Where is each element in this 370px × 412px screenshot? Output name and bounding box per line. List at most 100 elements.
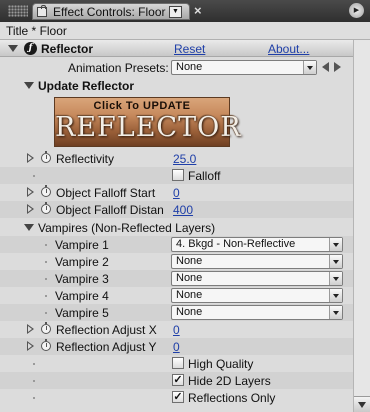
update-button-title: REFLECTOR <box>55 112 242 143</box>
reflection-adjust-y-value[interactable]: 0 <box>173 340 180 354</box>
previous-preset-icon[interactable] <box>322 62 329 72</box>
reflectivity-value[interactable]: 25.0 <box>173 152 196 166</box>
reflection-adjust-y-row: Reflection Adjust Y 0 <box>0 338 353 355</box>
row-bullet <box>45 244 47 246</box>
row-bullet <box>45 278 47 280</box>
next-preset-icon[interactable] <box>334 62 341 72</box>
vampires-group-label: Vampires (Non-Reflected Layers) <box>38 221 216 235</box>
vampire-row: Vampire 2 None <box>0 253 353 270</box>
animation-presets-select[interactable]: None <box>171 60 317 75</box>
tab-effect-controls[interactable]: Effect Controls: Floor ▼ <box>32 3 190 20</box>
row-bullet <box>33 380 35 382</box>
reflections-only-label: Reflections Only <box>188 391 276 405</box>
stopwatch-icon[interactable] <box>41 202 51 214</box>
chevron-down-icon <box>329 272 342 285</box>
stopwatch-icon[interactable] <box>41 339 51 351</box>
reflection-adjust-x-row: Reflection Adjust X 0 <box>0 321 353 338</box>
stopwatch-icon[interactable] <box>41 185 51 197</box>
vampire-row: Vampire 3 None <box>0 270 353 287</box>
falloff-checkbox[interactable] <box>172 169 184 181</box>
comp-title: Title * Floor <box>6 24 67 38</box>
vampires-group-row[interactable]: Vampires (Non-Reflected Layers) <box>0 219 353 236</box>
about-link[interactable]: About... <box>268 42 309 56</box>
update-button-caption: Click To UPDATE <box>93 100 191 112</box>
falloff-row: Falloff <box>0 167 353 184</box>
high-quality-label: High Quality <box>188 357 254 371</box>
chevron-down-icon <box>329 238 342 251</box>
collapse-effect-icon[interactable] <box>8 45 18 52</box>
vampire-label: Vampire 3 <box>55 272 109 286</box>
hide-2d-layers-row: ✓ Hide 2D Layers <box>0 372 353 389</box>
fx-toggle-icon[interactable]: ƒ <box>24 42 37 55</box>
vampire-row: Vampire 4 None <box>0 287 353 304</box>
object-falloff-distance-label: Object Falloff Distan <box>56 203 164 217</box>
object-falloff-start-value[interactable]: 0 <box>173 186 180 200</box>
update-reflector-button[interactable]: Click To UPDATE REFLECTOR <box>54 97 242 147</box>
stopwatch-icon[interactable] <box>41 151 51 163</box>
vampire-select[interactable]: None <box>171 254 343 269</box>
reflectivity-row: Reflectivity 25.0 <box>0 150 353 167</box>
update-reflector-label: Update Reflector <box>38 79 135 93</box>
row-bullet <box>33 175 35 177</box>
vampire-label: Vampire 5 <box>55 306 109 320</box>
vampire-label: Vampire 1 <box>55 238 109 252</box>
vampire-label: Vampire 2 <box>55 255 109 269</box>
scroll-down-icon[interactable] <box>354 396 370 412</box>
chevron-down-icon <box>329 306 342 319</box>
vampire-row: Vampire 5 None <box>0 304 353 321</box>
tab-title: Effect Controls: Floor <box>53 5 166 19</box>
animation-presets-label: Animation Presets: <box>68 61 169 75</box>
panel-grip-icon[interactable] <box>8 5 28 17</box>
falloff-label: Falloff <box>188 169 221 183</box>
object-falloff-distance-value[interactable]: 400 <box>173 203 193 217</box>
row-bullet <box>33 363 35 365</box>
effect-header-row[interactable]: ƒ Reflector Reset About... <box>0 40 353 57</box>
expand-falloff-distance-icon[interactable] <box>27 204 34 214</box>
vampire-row: Vampire 1 4. Bkgd - Non-Reflective <box>0 236 353 253</box>
reflection-adjust-x-value[interactable]: 0 <box>173 323 180 337</box>
lock-icon[interactable] <box>37 5 47 17</box>
hide-2d-layers-label: Hide 2D Layers <box>188 374 271 388</box>
collapse-group-icon[interactable] <box>24 82 34 89</box>
update-reflector-group-row[interactable]: Update Reflector <box>0 77 353 94</box>
row-bullet <box>45 312 47 314</box>
expand-falloff-start-icon[interactable] <box>27 187 34 197</box>
object-falloff-distance-row: Object Falloff Distan 400 <box>0 201 353 218</box>
expand-adjust-x-icon[interactable] <box>27 324 34 334</box>
collapse-vampires-icon[interactable] <box>24 224 34 231</box>
expand-adjust-y-icon[interactable] <box>27 341 34 351</box>
tab-menu-button[interactable]: ▼ <box>169 6 182 18</box>
reflectivity-label: Reflectivity <box>56 152 115 166</box>
chevron-down-icon <box>303 61 316 74</box>
row-bullet <box>33 397 35 399</box>
vampire-label: Vampire 4 <box>55 289 109 303</box>
high-quality-row: High Quality <box>0 355 353 372</box>
close-tab-icon[interactable]: × <box>194 3 202 18</box>
object-falloff-start-label: Object Falloff Start <box>56 186 156 200</box>
reflection-adjust-y-label: Reflection Adjust Y <box>56 340 157 354</box>
stopwatch-icon[interactable] <box>41 322 51 334</box>
reset-link[interactable]: Reset <box>174 42 205 56</box>
panel-tab-bar: Effect Controls: Floor ▼ × ▶ <box>0 0 370 22</box>
vampire-select[interactable]: 4. Bkgd - Non-Reflective <box>171 237 343 252</box>
reflection-adjust-x-label: Reflection Adjust X <box>56 323 157 337</box>
effect-name: Reflector <box>41 42 94 56</box>
vampire-select[interactable]: None <box>171 288 343 303</box>
animation-presets-row: Animation Presets: None <box>0 59 353 76</box>
expand-reflectivity-icon[interactable] <box>27 153 34 163</box>
high-quality-checkbox[interactable] <box>172 357 184 369</box>
vampire-select[interactable]: None <box>171 271 343 286</box>
comp-title-bar: Title * Floor <box>0 22 370 40</box>
row-bullet <box>45 295 47 297</box>
reflections-only-checkbox[interactable]: ✓ <box>172 391 184 403</box>
effect-controls-content: ƒ Reflector Reset About... Animation Pre… <box>0 40 353 412</box>
vertical-scrollbar[interactable] <box>353 40 370 412</box>
chevron-down-icon <box>329 289 342 302</box>
reflections-only-row: ✓ Reflections Only <box>0 389 353 406</box>
hide-2d-layers-checkbox[interactable]: ✓ <box>172 374 184 386</box>
chevron-down-icon <box>329 255 342 268</box>
panel-menu-icon[interactable]: ▶ <box>349 3 364 18</box>
row-bullet <box>45 261 47 263</box>
object-falloff-start-row: Object Falloff Start 0 <box>0 184 353 201</box>
vampire-select[interactable]: None <box>171 305 343 320</box>
